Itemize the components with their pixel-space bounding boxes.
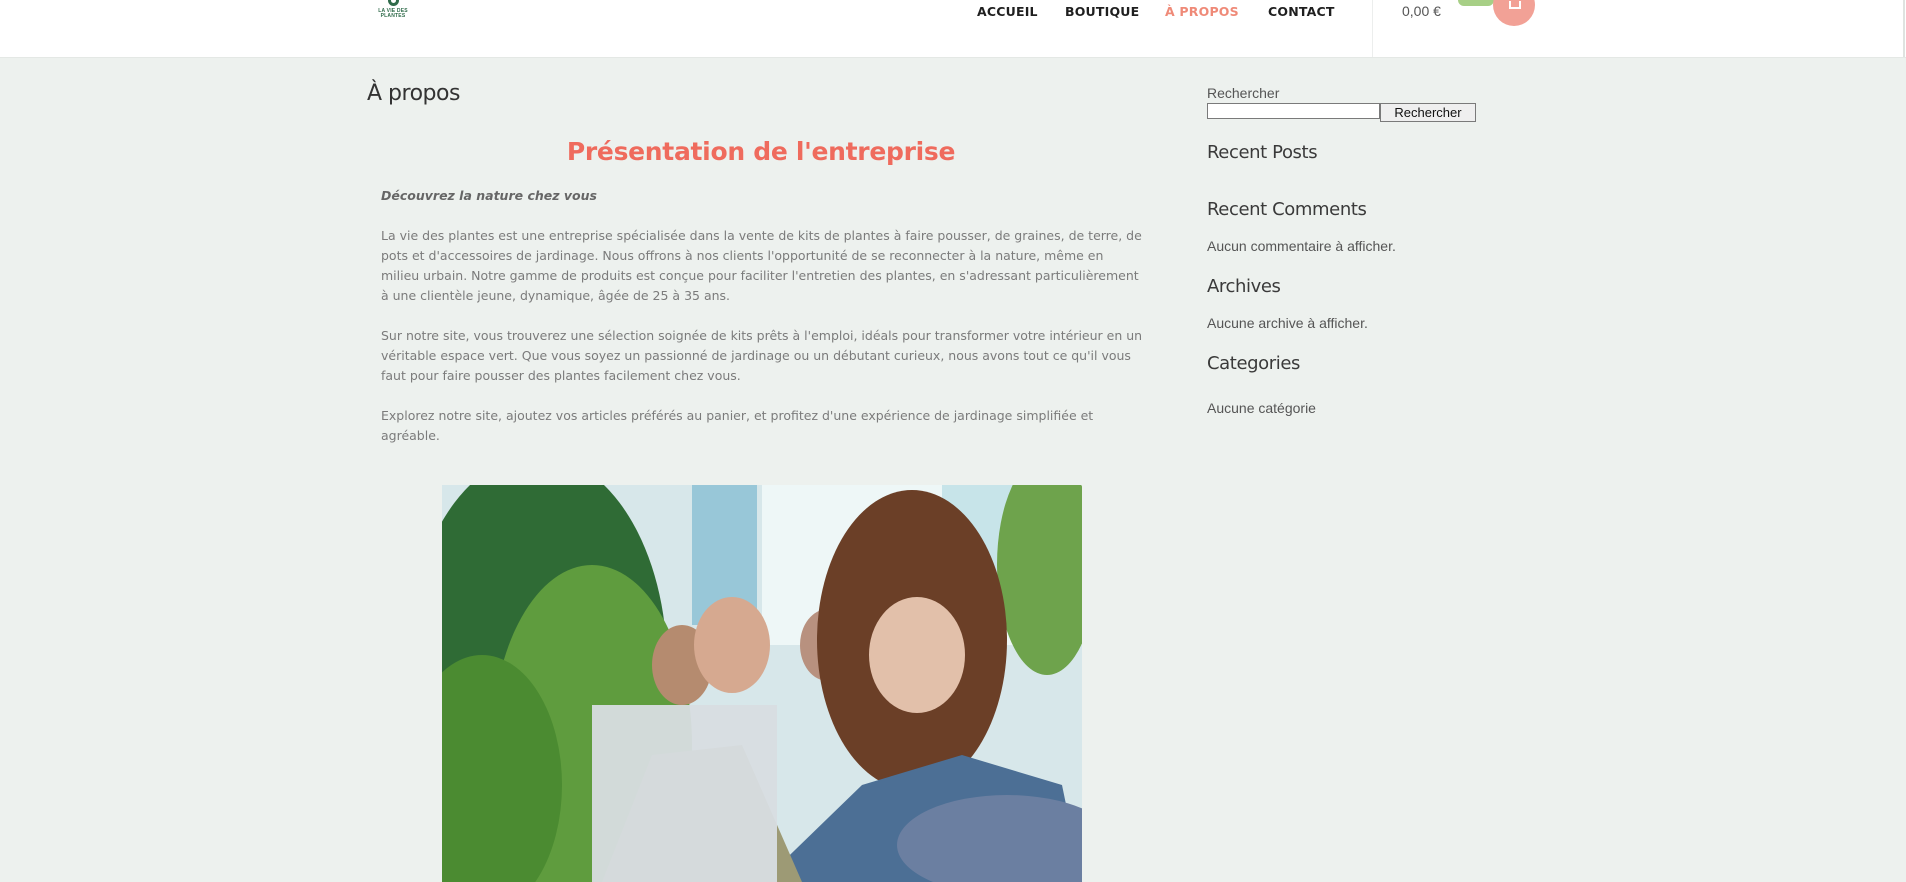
site-logo[interactable]: LA VIE DES PLANTES: [378, 0, 408, 26]
recent-comments-title: Recent Comments: [1207, 199, 1367, 220]
categories-empty: Aucune catégorie: [1207, 400, 1316, 416]
team-photo-illustration: [442, 485, 1082, 882]
categories-title: Categories: [1207, 353, 1301, 374]
nav-item-accueil[interactable]: ACCUEIL: [977, 4, 1038, 19]
page-title: À propos: [367, 81, 460, 106]
about-content: Découvrez la nature chez vous La vie des…: [381, 186, 1143, 466]
search-input[interactable]: [1207, 103, 1380, 119]
paragraph-2: Sur notre site, vous trouverez une sélec…: [381, 328, 1143, 383]
leaf-logo-icon: [388, 0, 399, 6]
logo-text: LA VIE DES PLANTES: [378, 8, 408, 19]
cart-icon: [1509, 1, 1521, 9]
section-title: Présentation de l'entreprise: [566, 137, 956, 166]
recent-comments-empty: Aucun commentaire à afficher.: [1207, 238, 1396, 254]
intro-text: Découvrez la nature chez vous: [381, 188, 597, 203]
archives-title: Archives: [1207, 276, 1281, 297]
search-button[interactable]: Rechercher: [1380, 103, 1476, 122]
cart-total[interactable]: 0,00 €: [1402, 3, 1441, 19]
paragraph-1: La vie des plantes est une entreprise sp…: [381, 228, 1142, 303]
header-divider: [1372, 0, 1373, 57]
archives-empty: Aucune archive à afficher.: [1207, 315, 1368, 331]
nav-item-contact[interactable]: CONTACT: [1268, 4, 1335, 19]
scrollbar-track[interactable]: [1903, 0, 1905, 57]
nav-item-a-propos[interactable]: À PROPOS: [1165, 4, 1239, 19]
site-header: LA VIE DES PLANTES ACCUEIL BOUTIQUE À PR…: [0, 0, 1906, 58]
cart-button[interactable]: [1493, 0, 1535, 26]
nav-item-boutique[interactable]: BOUTIQUE: [1065, 4, 1139, 19]
recent-posts-title: Recent Posts: [1207, 142, 1318, 163]
cart-count-badge: [1458, 0, 1494, 6]
team-photo: [442, 485, 1082, 882]
search-label: Rechercher: [1207, 85, 1280, 101]
paragraph-3: Explorez notre site, ajoutez vos article…: [381, 408, 1094, 443]
